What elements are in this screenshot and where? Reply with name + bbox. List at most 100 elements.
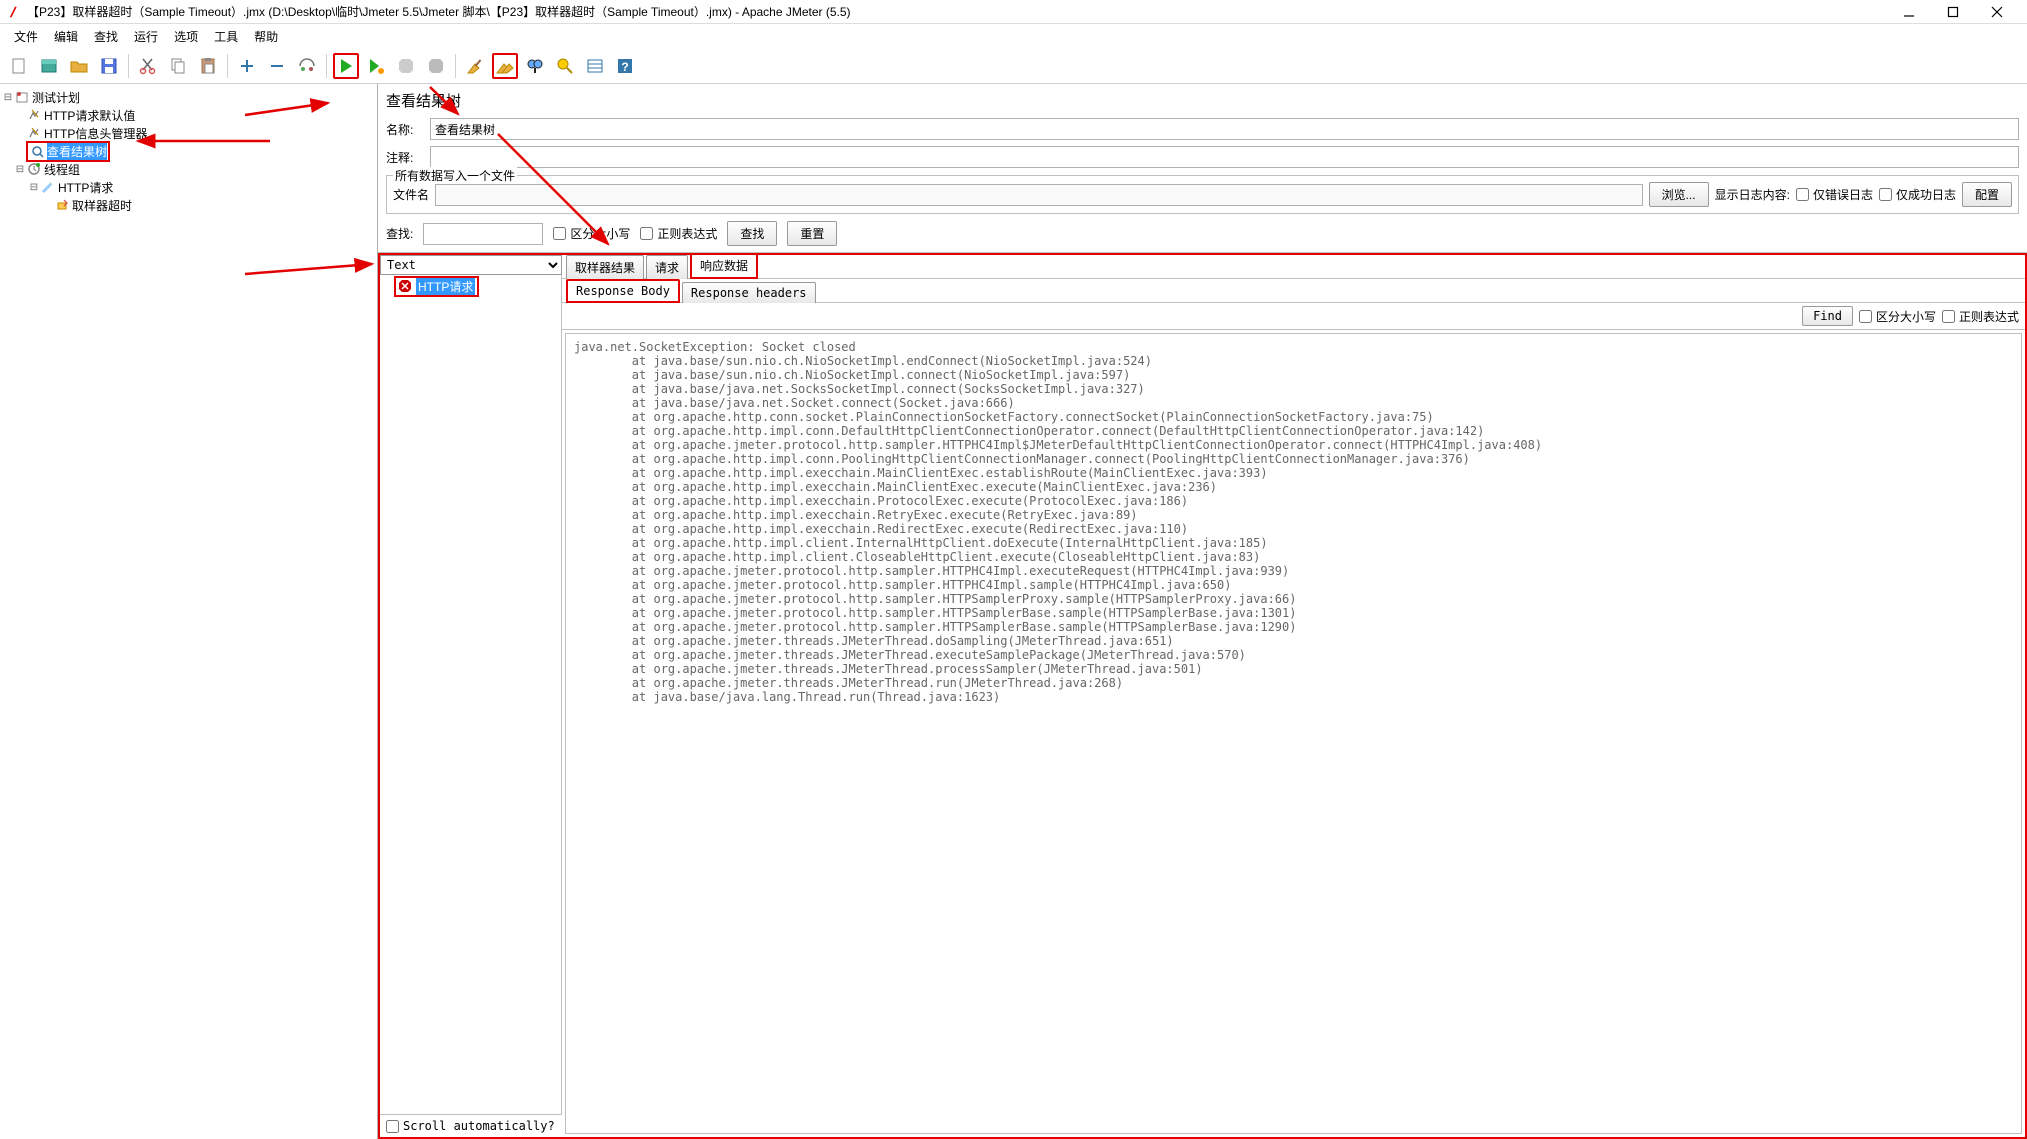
result-tabs-row2: Response Body Response headers (562, 279, 2025, 303)
tree-item-label: 取样器超时 (72, 197, 132, 214)
menu-options[interactable]: 选项 (166, 26, 206, 47)
scroll-auto-checkbox[interactable]: Scroll automatically? (386, 1119, 555, 1133)
result-tabs-row1: 取样器结果 请求 响应数据 (562, 255, 2025, 279)
expand-icon[interactable] (234, 53, 260, 79)
error-icon (398, 279, 412, 293)
paste-icon[interactable] (195, 53, 221, 79)
tree-http-defaults[interactable]: HTTP请求默认值 (2, 106, 375, 124)
help-icon[interactable]: ? (612, 53, 638, 79)
config-icon (26, 126, 42, 140)
reset-search-icon[interactable] (552, 53, 578, 79)
save-icon[interactable] (96, 53, 122, 79)
success-only-checkbox[interactable]: 仅成功日志 (1879, 186, 1956, 203)
tab-response-data[interactable]: 响应数据 (690, 255, 758, 279)
tab-request[interactable]: 请求 (646, 255, 688, 279)
cut-icon[interactable] (135, 53, 161, 79)
toolbar-separator (227, 54, 228, 78)
search-input[interactable] (423, 223, 543, 245)
window-title: 【P23】取样器超时（Sample Timeout）.jmx (D:\Deskt… (27, 3, 1895, 20)
tree-sample-timeout[interactable]: 取样器超时 (2, 196, 375, 214)
browse-button[interactable]: 浏览... (1649, 182, 1709, 207)
result-item[interactable]: HTTP请求 (394, 277, 559, 295)
toolbar-separator (326, 54, 327, 78)
case-sensitive-checkbox[interactable]: 区分大小写 (553, 225, 630, 242)
find-button[interactable]: Find (1802, 306, 1853, 326)
clear-icon[interactable] (462, 53, 488, 79)
clear-all-button[interactable] (492, 53, 518, 79)
find-row: Find 区分大小写 正则表达式 (562, 303, 2025, 330)
filename-field[interactable] (435, 184, 1643, 206)
toolbar-separator (455, 54, 456, 78)
results-list-panel: Text HTTP请求 Scroll automatically? (380, 255, 562, 1137)
preprocessor-icon (54, 198, 70, 212)
regex-checkbox[interactable]: 正则表达式 (640, 225, 717, 242)
tree-root-test-plan[interactable]: ⊟ 测试计划 (2, 88, 375, 106)
tree-header-manager[interactable]: HTTP信息头管理器 (2, 124, 375, 142)
tree-root-label: 测试计划 (32, 89, 80, 106)
run-button[interactable] (333, 53, 359, 79)
tree-thread-group[interactable]: ⊟ 线程组 (2, 160, 375, 178)
minimize-button[interactable] (1895, 2, 1923, 22)
menu-help[interactable]: 帮助 (246, 26, 286, 47)
tab-response-body[interactable]: Response Body (566, 279, 680, 303)
copy-icon[interactable] (165, 53, 191, 79)
comment-label: 注释: (386, 149, 426, 166)
menu-edit[interactable]: 编辑 (46, 26, 86, 47)
menu-file[interactable]: 文件 (6, 26, 46, 47)
name-field[interactable] (430, 118, 2019, 140)
panel-title: 查看结果树 (378, 84, 2027, 115)
results-tree[interactable]: HTTP请求 (380, 275, 562, 1114)
run-no-pause-icon[interactable] (363, 53, 389, 79)
find-icon[interactable] (522, 53, 548, 79)
close-button[interactable] (1983, 2, 2011, 22)
window-controls (1895, 2, 2011, 22)
tree-item-label: 查看结果树 (47, 143, 107, 160)
tree-item-label: HTTP信息头管理器 (44, 125, 147, 142)
tree-view-results-tree[interactable]: 查看结果树 (2, 142, 375, 160)
results-tree-icon (29, 144, 45, 158)
collapse-icon[interactable]: ⊟ (14, 164, 26, 175)
error-only-checkbox[interactable]: 仅错误日志 (1796, 186, 1873, 203)
result-item-label: HTTP请求 (416, 278, 475, 295)
tab-response-headers[interactable]: Response headers (682, 282, 816, 303)
collapse-icon[interactable]: ⊟ (2, 92, 14, 103)
shutdown-icon[interactable] (423, 53, 449, 79)
tree-item-label: HTTP请求 (58, 179, 113, 196)
open-icon[interactable] (66, 53, 92, 79)
comment-field[interactable] (430, 146, 2019, 168)
result-details-panel: 取样器结果 请求 响应数据 Response Body Response hea… (562, 255, 2025, 1137)
new-icon[interactable] (6, 53, 32, 79)
name-label: 名称: (386, 121, 426, 138)
response-body-text[interactable]: java.net.SocketException: Socket closed … (565, 333, 2022, 1134)
menu-tools[interactable]: 工具 (206, 26, 246, 47)
config-icon (26, 108, 42, 122)
menu-run[interactable]: 运行 (126, 26, 166, 47)
find-case-checkbox[interactable]: 区分大小写 (1859, 308, 1936, 325)
test-plan-icon (14, 90, 30, 104)
search-button[interactable]: 查找 (727, 221, 777, 246)
window-titlebar: 【P23】取样器超时（Sample Timeout）.jmx (D:\Deskt… (0, 0, 2027, 24)
jmeter-icon (8, 5, 22, 19)
menubar: 文件 编辑 查找 运行 选项 工具 帮助 (0, 24, 2027, 48)
file-fieldset-legend: 所有数据写入一个文件 (393, 167, 517, 184)
toolbar-separator (128, 54, 129, 78)
renderer-select[interactable]: Text (380, 255, 562, 275)
right-panel: 查看结果树 名称: 注释: 所有数据写入一个文件 文件名 浏览... 显示日志内… (378, 84, 2027, 1139)
function-helper-icon[interactable] (582, 53, 608, 79)
templates-icon[interactable] (36, 53, 62, 79)
test-plan-tree[interactable]: ⊟ 测试计划 HTTP请求默认值 HTTP信息头管理器 查看结果树 ⊟ 线程组 (0, 84, 378, 1139)
toolbar: ? (0, 48, 2027, 84)
collapse-icon[interactable]: ⊟ (28, 182, 40, 193)
find-regex-checkbox[interactable]: 正则表达式 (1942, 308, 2019, 325)
tree-item-label: 线程组 (44, 161, 80, 178)
filename-label: 文件名 (393, 186, 429, 203)
stop-icon[interactable] (393, 53, 419, 79)
toggle-icon[interactable] (294, 53, 320, 79)
reset-button[interactable]: 重置 (787, 221, 837, 246)
menu-search[interactable]: 查找 (86, 26, 126, 47)
tab-sampler-result[interactable]: 取样器结果 (566, 255, 644, 279)
maximize-button[interactable] (1939, 2, 1967, 22)
collapse-icon[interactable] (264, 53, 290, 79)
configure-button[interactable]: 配置 (1962, 182, 2012, 207)
tree-http-request[interactable]: ⊟ HTTP请求 (2, 178, 375, 196)
